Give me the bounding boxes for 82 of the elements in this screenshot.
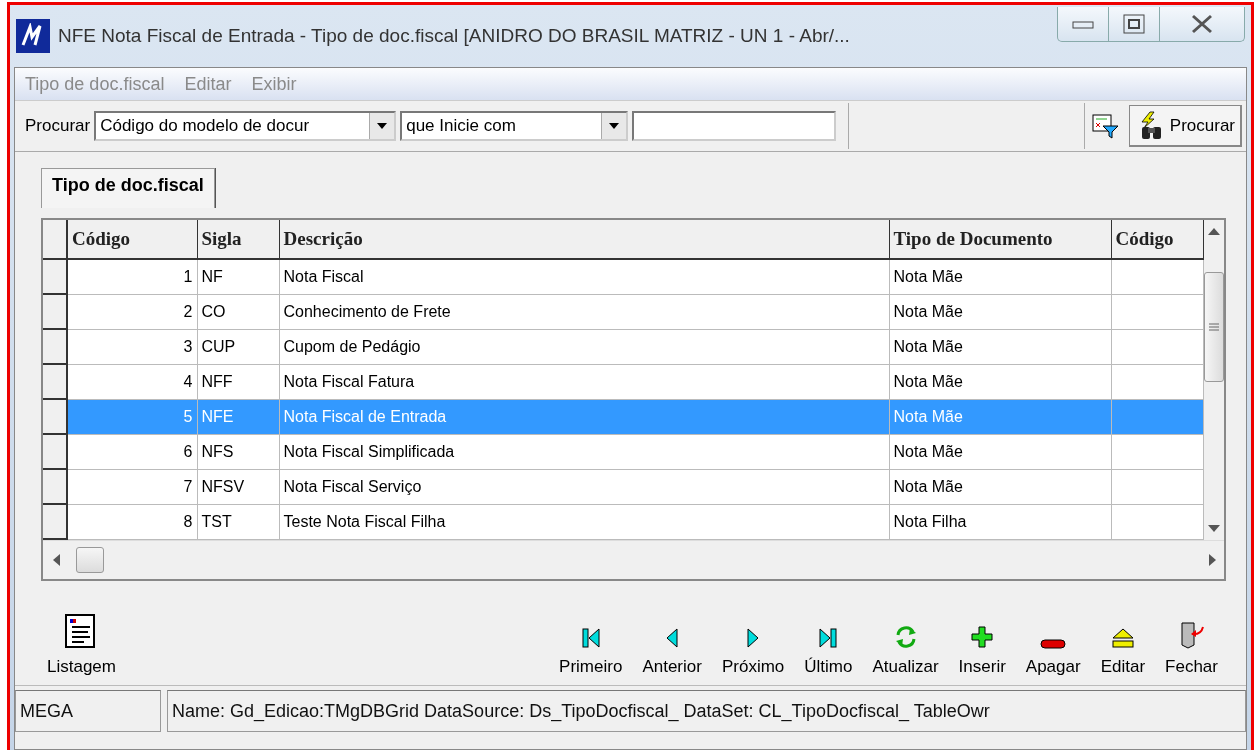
table-cell: Nota Fiscal Fatura [279,364,889,399]
first-button[interactable]: Primeiro [549,599,633,677]
scroll-right-icon[interactable] [1209,554,1216,566]
column-header[interactable]: Tipo de Documento [889,220,1111,259]
insert-button[interactable]: Inserir [948,599,1016,677]
table-cell: NF [197,259,279,294]
delete-button[interactable]: Apagar [1015,599,1091,677]
table-cell: 8 [67,504,197,539]
table-cell: Conhecimento de Frete [279,294,889,329]
app-logo-icon [16,19,50,53]
table-cell: CO [197,294,279,329]
table-row[interactable]: 6 NFS Nota Fiscal Simplificada Nota Mãe [43,434,1203,469]
prev-button[interactable]: Anterior [632,599,712,677]
minus-icon [1040,639,1067,649]
table-cell: 1 [67,259,197,294]
table-cell: 4 [67,364,197,399]
window-title: NFE Nota Fiscal de Entrada - Tipo de doc.fiscal [ANIDRO DO BRASIL MATRIZ - UN 1 - Abr/... [58,25,851,47]
table-cell: Nota Mãe [889,329,1111,364]
table-cell: 3 [67,329,197,364]
table-row[interactable]: 3 CUP Cupom de Pedágio Nota Mãe [43,329,1203,364]
table-cell: Nota Filha [889,504,1111,539]
table-row[interactable]: 7 NFSV Nota Fiscal Serviço Nota Mãe [43,469,1203,504]
table-cell: Cupom de Pedágio [279,329,889,364]
scroll-left-icon[interactable] [53,554,60,566]
table-row[interactable]: 2 CO Conhecimento de Frete Nota Mãe [43,294,1203,329]
table-cell: Nota Fiscal Serviço [279,469,889,504]
table-cell: NFE [197,399,279,434]
minimize-icon [1072,19,1094,29]
search-button[interactable]: Procurar [1128,105,1242,147]
close-button[interactable]: Fechar [1155,599,1228,677]
maximize-icon [1123,14,1145,34]
skip-first-icon [579,627,602,649]
table-cell: Nota Mãe [889,469,1111,504]
table-cell: Teste Nota Fiscal Filha [279,504,889,539]
table-cell: NFF [197,364,279,399]
table-row[interactable]: 8 TST Teste Nota Fiscal Filha Nota Filha [43,504,1203,539]
status-panel: MEGA [15,690,161,732]
close-icon [1190,14,1214,34]
edit-button[interactable]: Editar [1090,599,1156,677]
column-header[interactable]: Código [67,220,197,259]
column-header[interactable]: Descrição [279,220,889,259]
search-label: Procurar [25,116,91,136]
search-input[interactable] [632,111,837,141]
table-cell: 5 [67,399,197,434]
table-cell: Nota Mãe [889,364,1111,399]
scroll-thumb[interactable] [76,547,104,573]
scroll-down-icon[interactable] [1207,524,1220,532]
table-cell: 6 [67,434,197,469]
triangle-right-icon [746,627,761,649]
column-header[interactable]: Código [1111,220,1203,259]
scroll-thumb[interactable] [1203,271,1224,382]
table-cell: Nota Mãe [889,259,1111,294]
column-header[interactable]: Sigla [197,220,279,259]
table-cell: NFS [197,434,279,469]
caret-icon [377,123,388,129]
refresh-button[interactable]: Atualizar [862,599,949,677]
last-button[interactable]: Último [794,599,863,677]
plus-icon [970,625,995,649]
table-cell: TST [197,504,279,539]
table-cell: Nota Fiscal [279,259,889,294]
search-field-dropdown[interactable]: Código do modelo de docur [94,111,397,141]
next-button[interactable]: Próximo [711,599,795,677]
condition-dropdown[interactable]: que Inicie com [400,111,629,141]
table-cell: Nota Mãe [889,434,1111,469]
status-panel: Name: Gd_Edicao:TMgDBGrid DataSource: Ds_TipoDocfiscal_ DataSet: CL_TipoDocfiscal_ TableOwr [167,690,1246,732]
table-cell: Nota Mãe [889,294,1111,329]
skip-last-icon [817,627,840,649]
table-cell: 7 [67,469,197,504]
table-cell: NFSV [197,469,279,504]
report-button[interactable]: Listagem [37,599,126,677]
table-cell: CUP [197,329,279,364]
door-exit-icon [1178,621,1205,649]
triangle-left-icon [665,627,680,649]
tab[interactable]: Tipo de doc.fiscal [41,168,215,208]
caret-icon [609,123,620,129]
eject-icon [1110,627,1135,649]
table-cell: Nota Fiscal Simplificada [279,434,889,469]
table-row[interactable]: 1 NF Nota Fiscal Nota Mãe [43,259,1203,294]
table-cell: 2 [67,294,197,329]
scroll-up-icon[interactable] [1207,228,1220,235]
table-cell: Nota Mãe [889,399,1111,434]
table-cell: Nota Fiscal de Entrada [279,399,889,434]
